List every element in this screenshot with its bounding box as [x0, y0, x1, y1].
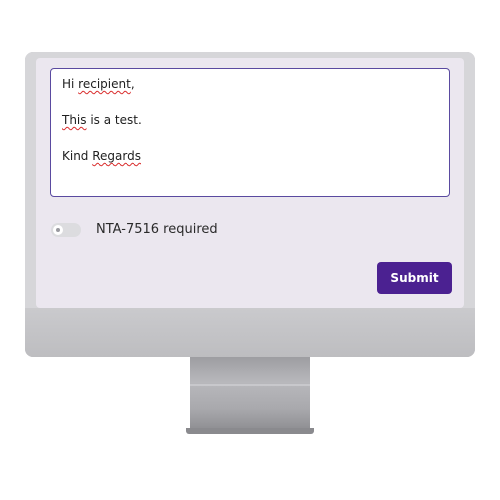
submit-button[interactable]: Submit	[377, 262, 452, 294]
message-textarea[interactable]: Hi recipient, This is a test. Kind Regar…	[50, 68, 450, 197]
monitor-chin	[25, 308, 475, 357]
toggle-label: NTA-7516 required	[96, 222, 218, 237]
monitor-stand	[190, 356, 310, 431]
message-line-body: This is a test.	[62, 113, 438, 127]
line-text: is a test.	[86, 113, 142, 127]
line-text: Hi	[62, 77, 79, 91]
spellcheck-flagged-word: recipient	[78, 77, 131, 91]
spellcheck-flagged-word: Regards	[92, 149, 141, 163]
screen: Hi recipient, This is a test. Kind Regar…	[36, 58, 464, 308]
stand-highlight	[190, 384, 310, 386]
message-line-signoff: Kind Regards	[62, 149, 438, 163]
line-text: ,	[130, 77, 135, 91]
monitor-illustration: Hi recipient, This is a test. Kind Regar…	[0, 0, 500, 500]
spellcheck-flagged-word: This	[62, 113, 87, 127]
line-text: Kind	[62, 149, 93, 163]
message-line-greeting: Hi recipient,	[62, 77, 438, 91]
nta-required-toggle[interactable]	[51, 223, 81, 237]
toggle-knob	[53, 225, 63, 235]
stand-base	[186, 428, 314, 434]
